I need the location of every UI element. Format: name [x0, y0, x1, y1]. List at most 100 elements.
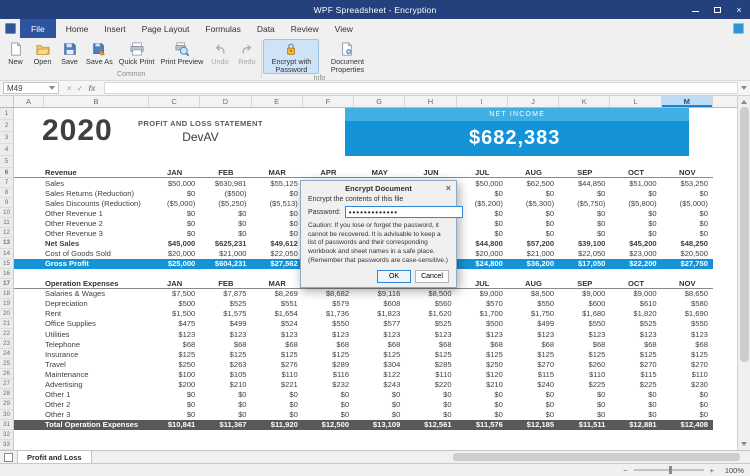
row-header-32[interactable]: 32: [0, 430, 14, 440]
row-header-23[interactable]: 23: [0, 339, 14, 349]
data-cell[interactable]: $110: [559, 369, 610, 379]
data-cell[interactable]: $116: [303, 369, 354, 379]
data-cell[interactable]: [508, 269, 559, 279]
row-header-6[interactable]: 6: [0, 168, 14, 178]
data-cell[interactable]: $600: [559, 299, 610, 309]
row-label-cell[interactable]: Other Revenue 3: [14, 228, 149, 238]
data-cell[interactable]: MAR: [252, 279, 303, 289]
data-cell[interactable]: [713, 319, 737, 329]
data-cell[interactable]: $604,231: [200, 259, 251, 269]
data-cell[interactable]: [405, 430, 456, 440]
data-cell[interactable]: $0: [508, 228, 559, 238]
data-cell[interactable]: $57,200: [508, 238, 559, 248]
row-header-28[interactable]: 28: [0, 389, 14, 399]
data-cell[interactable]: $500: [149, 299, 200, 309]
data-cell[interactable]: [662, 269, 713, 279]
save-button[interactable]: Save: [56, 39, 83, 70]
redo-button[interactable]: Redo: [233, 39, 260, 70]
data-cell[interactable]: $0: [405, 389, 456, 399]
row-label-cell[interactable]: Total Operation Expenses: [14, 420, 149, 430]
data-cell[interactable]: [713, 329, 737, 339]
row-header-1[interactable]: 1: [0, 108, 13, 120]
data-cell[interactable]: $110: [662, 369, 713, 379]
zoom-out-button[interactable]: −: [623, 466, 627, 475]
data-cell[interactable]: $250: [149, 359, 200, 369]
data-cell[interactable]: $125: [303, 349, 354, 359]
data-cell[interactable]: $13,109: [354, 420, 405, 430]
row-label-cell[interactable]: Telephone: [14, 339, 149, 349]
sheet-tab-profit-and-loss[interactable]: Profit and Loss: [17, 451, 92, 463]
data-cell[interactable]: $125: [252, 349, 303, 359]
column-header-G[interactable]: G: [354, 96, 405, 107]
row-label-cell[interactable]: Operation Expenses: [14, 279, 149, 289]
data-cell[interactable]: $0: [149, 399, 200, 409]
data-cell[interactable]: $125: [405, 349, 456, 359]
data-cell[interactable]: $0: [252, 410, 303, 420]
data-cell[interactable]: $110: [252, 369, 303, 379]
data-cell[interactable]: $499: [200, 319, 251, 329]
data-cell[interactable]: SEP: [559, 168, 610, 178]
row-label-cell[interactable]: Advertising: [14, 379, 149, 389]
data-cell[interactable]: [252, 440, 303, 450]
data-cell[interactable]: [252, 269, 303, 279]
data-cell[interactable]: [713, 420, 737, 430]
data-cell[interactable]: $68: [405, 339, 456, 349]
data-cell[interactable]: FEB: [200, 279, 251, 289]
data-cell[interactable]: $0: [457, 410, 508, 420]
data-cell[interactable]: $610: [610, 299, 661, 309]
data-cell[interactable]: MAR: [252, 168, 303, 178]
row-label-cell[interactable]: [14, 430, 149, 440]
data-cell[interactable]: $24,800: [457, 259, 508, 269]
data-cell[interactable]: [559, 269, 610, 279]
data-cell[interactable]: $0: [457, 188, 508, 198]
dialog-title-bar[interactable]: Encrypt Document ×: [301, 181, 456, 195]
row-label-cell[interactable]: Other 2: [14, 399, 149, 409]
data-cell[interactable]: $125: [149, 349, 200, 359]
column-header-stub[interactable]: [713, 96, 737, 107]
data-cell[interactable]: [662, 430, 713, 440]
data-cell[interactable]: $110: [405, 369, 456, 379]
data-cell[interactable]: $608: [354, 299, 405, 309]
data-cell[interactable]: $12,408: [662, 420, 713, 430]
row-label-cell[interactable]: Maintenance: [14, 369, 149, 379]
data-cell[interactable]: $525: [610, 319, 661, 329]
quick-print-button[interactable]: Quick Print: [116, 39, 158, 70]
data-cell[interactable]: $9,000: [457, 289, 508, 299]
data-cell[interactable]: $1,680: [559, 309, 610, 319]
tab-formulas[interactable]: Formulas: [197, 19, 248, 38]
row-header-18[interactable]: 18: [0, 289, 14, 299]
data-cell[interactable]: $220: [405, 379, 456, 389]
ok-button[interactable]: OK: [377, 270, 411, 283]
data-cell[interactable]: $20,500: [662, 249, 713, 259]
data-cell[interactable]: $276: [252, 359, 303, 369]
data-cell[interactable]: $123: [200, 329, 251, 339]
data-cell[interactable]: $0: [508, 218, 559, 228]
data-cell[interactable]: $12,881: [610, 420, 661, 430]
row-header-21[interactable]: 21: [0, 319, 14, 329]
data-cell[interactable]: [713, 379, 737, 389]
data-cell[interactable]: $1,700: [457, 309, 508, 319]
data-cell[interactable]: AUG: [508, 168, 559, 178]
data-cell[interactable]: $0: [508, 188, 559, 198]
data-cell[interactable]: $49,612: [252, 238, 303, 248]
column-header-F[interactable]: F: [303, 96, 354, 107]
data-cell[interactable]: $68: [303, 339, 354, 349]
data-cell[interactable]: $27,750: [662, 259, 713, 269]
data-cell[interactable]: $0: [662, 410, 713, 420]
data-cell[interactable]: $9,116: [354, 289, 405, 299]
data-cell[interactable]: $0: [610, 399, 661, 409]
data-cell[interactable]: JUN: [405, 168, 456, 178]
data-cell[interactable]: [713, 399, 737, 409]
zoom-slider-thumb[interactable]: [669, 466, 672, 474]
data-cell[interactable]: $1,620: [405, 309, 456, 319]
data-cell[interactable]: [713, 339, 737, 349]
data-cell[interactable]: $25,000: [149, 259, 200, 269]
data-cell[interactable]: MAY: [354, 168, 405, 178]
column-header-J[interactable]: J: [508, 96, 559, 107]
data-cell[interactable]: $123: [457, 329, 508, 339]
row-label-cell[interactable]: Other 1: [14, 389, 149, 399]
data-cell[interactable]: $123: [149, 329, 200, 339]
data-cell[interactable]: $68: [662, 339, 713, 349]
data-cell[interactable]: JUL: [457, 279, 508, 289]
row-header-24[interactable]: 24: [0, 349, 14, 359]
